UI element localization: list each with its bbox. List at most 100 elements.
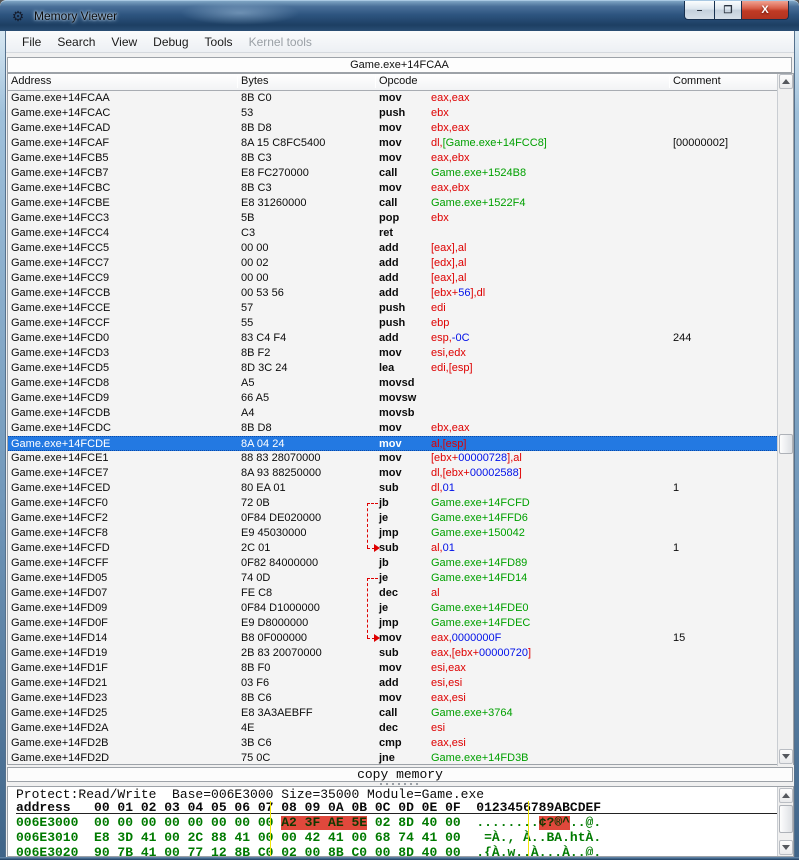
jump-arrow [367,503,378,548]
arrow-up-icon [782,793,790,798]
hex-row[interactable]: 006E3020 90 7B 41 00 77 12 8B C0 02 00 8… [16,846,778,857]
disasm-row[interactable]: Game.exe+14FCF20F84 DE020000jeGame.exe+1… [8,511,779,526]
hex-view: Protect:Read/Write Base=006E3000 Size=35… [7,786,794,857]
disassembly-scrollbar[interactable] [777,74,793,766]
column-separator[interactable] [237,76,238,88]
disasm-row[interactable]: Game.exe+14FCAF8A 15 C8FC5400movdl,[Game… [8,136,779,151]
disasm-row[interactable]: Game.exe+14FCBEE8 31260000callGame.exe+1… [8,196,779,211]
column-separator[interactable] [375,76,376,88]
memory-viewer-window: ⚙ Memory Viewer – ❐ X FileSearchViewDebu… [0,0,799,860]
window-border-left [0,31,6,860]
column-header-comment[interactable]: Comment [673,75,721,87]
disasm-row[interactable]: Game.exe+14FCB58B C3moveax,ebx [8,151,779,166]
arrow-up-icon [782,79,790,84]
disasm-row[interactable]: Game.exe+14FCC4C3ret [8,226,779,241]
disasm-row[interactable]: Game.exe+14FD07FE C8decal [8,586,779,601]
column-separator[interactable] [669,76,670,88]
column-header-row: Address Bytes Opcode Comment [8,74,779,91]
hex-header-row: address 00 01 02 03 04 05 06 07 08 09 0A… [16,801,778,814]
disasm-row[interactable]: Game.exe+14FCCF55pushebp [8,316,779,331]
scroll-down-button[interactable] [779,749,793,764]
maximize-button[interactable]: ❐ [714,1,742,20]
disasm-row[interactable]: Game.exe+14FCF072 0BjbGame.exe+14FCFD [8,496,779,511]
disasm-row[interactable]: Game.exe+14FD2A4Edecesi [8,721,779,736]
disasm-row[interactable]: Game.exe+14FCE188 83 28070000mov[ebx+000… [8,451,779,466]
hex-dump-list: 006E3000 00 00 00 00 00 00 00 00 A2 3F A… [16,816,778,857]
scroll-up-button[interactable] [779,74,793,89]
column-header-bytes[interactable]: Bytes [241,75,269,87]
copy-memory-button[interactable]: copy memory [7,767,793,782]
menu-file[interactable]: File [14,33,49,51]
disasm-row[interactable]: Game.exe+14FCDC8B D8movebx,eax [8,421,779,436]
disasm-row[interactable]: Game.exe+14FCC900 00add[eax],al [8,271,779,286]
disasm-row[interactable]: Game.exe+14FD25E8 3A3AEBFFcallGame.exe+3… [8,706,779,721]
menu-tools[interactable]: Tools [197,33,241,51]
disasm-row[interactable]: Game.exe+14FCC35Bpopebx [8,211,779,226]
jump-arrow [367,578,378,638]
hex-scrollbar-thumb[interactable] [779,805,793,833]
disasm-row[interactable]: Game.exe+14FCBC8B C3moveax,ebx [8,181,779,196]
disasm-row[interactable]: Game.exe+14FCC700 02add[edx],al [8,256,779,271]
column-header-address[interactable]: Address [11,75,51,87]
hex-scroll-down-button[interactable] [779,840,793,855]
hex-separator-line [270,801,271,856]
current-address-header: Game.exe+14FCAA [7,57,792,73]
disasm-row[interactable]: Game.exe+14FCCE57pushedi [8,301,779,316]
menu-view[interactable]: View [103,33,145,51]
disasm-row[interactable]: Game.exe+14FD090F84 D1000000jeGame.exe+1… [8,601,779,616]
disasm-row[interactable]: Game.exe+14FCD58D 3C 24leaedi,[esp] [8,361,779,376]
cheat-engine-icon[interactable]: ⚙ [10,8,26,24]
splitter-grip-icon [380,783,420,785]
disasm-row[interactable]: Game.exe+14FCD083 C4 F4addesp,-0C244 [8,331,779,346]
menu-debug[interactable]: Debug [145,33,196,51]
disasm-row[interactable]: Game.exe+14FCDE8A 04 24moval,[esp] [8,436,779,451]
menu-search[interactable]: Search [49,33,103,51]
disasm-row[interactable]: Game.exe+14FCED80 EA 01subdl,011 [8,481,779,496]
disasm-row[interactable]: Game.exe+14FCB7E8 FC270000callGame.exe+1… [8,166,779,181]
arrow-down-icon [782,845,790,850]
minimize-button[interactable]: – [684,1,714,20]
hex-row[interactable]: 006E3000 00 00 00 00 00 00 00 00 A2 3F A… [16,816,778,831]
disasm-row[interactable]: Game.exe+14FD2103 F6addesi,esi [8,676,779,691]
disasm-row[interactable]: Game.exe+14FCCB00 53 56add[ebx+56],dl [8,286,779,301]
disasm-row[interactable]: Game.exe+14FCDBA4movsb [8,406,779,421]
close-button[interactable]: X [742,1,789,20]
column-header-opcode[interactable]: Opcode [379,75,418,87]
disasm-row[interactable]: Game.exe+14FD192B 83 20070000subeax,[ebx… [8,646,779,661]
disasm-row[interactable]: Game.exe+14FCFF0F82 84000000jbGame.exe+1… [8,556,779,571]
window-title: Memory Viewer [34,9,117,23]
caption-buttons: – ❐ X [684,1,789,20]
scrollbar-thumb[interactable] [779,434,793,454]
disasm-row[interactable]: Game.exe+14FCAD8B D8movebx,eax [8,121,779,136]
disasm-row[interactable]: Game.exe+14FCD966 A5movsw [8,391,779,406]
disasm-row[interactable]: Game.exe+14FCFD2C 01subal,011 [8,541,779,556]
disasm-row[interactable]: Game.exe+14FD0574 0DjeGame.exe+14FD14 [8,571,779,586]
disasm-row[interactable]: Game.exe+14FD2D75 0CjneGame.exe+14FD3B [8,751,779,766]
disassembly-list: Game.exe+14FCAA8B C0moveax,eaxGame.exe+1… [8,91,779,766]
disasm-row[interactable]: Game.exe+14FCAC53pushebx [8,106,779,121]
hex-scrollbar[interactable] [777,787,793,856]
minimize-icon: – [697,5,703,16]
window-border-right [794,31,799,860]
title-bar[interactable]: ⚙ Memory Viewer – ❐ X [0,0,799,31]
arrow-down-icon [782,754,790,759]
menu-bar: FileSearchViewDebugToolsKernel tools [6,31,794,53]
disasm-row[interactable]: Game.exe+14FCD38B F2movesi,edx [8,346,779,361]
disasm-row[interactable]: Game.exe+14FD1F8B F0movesi,eax [8,661,779,676]
maximize-icon: ❐ [724,5,733,16]
close-icon: X [761,4,768,16]
disasm-row[interactable]: Game.exe+14FCAA8B C0moveax,eax [8,91,779,106]
disasm-row[interactable]: Game.exe+14FCF8E9 45030000jmpGame.exe+15… [8,526,779,541]
disasm-row[interactable]: Game.exe+14FD2B3B C6cmpeax,esi [8,736,779,751]
hex-scroll-up-button[interactable] [779,788,793,803]
jump-arrowhead-icon [374,544,380,552]
disasm-row[interactable]: Game.exe+14FD0FE9 D8000000jmpGame.exe+14… [8,616,779,631]
disasm-row[interactable]: Game.exe+14FCC500 00add[eax],al [8,241,779,256]
jump-arrowhead-icon [374,634,380,642]
hex-row[interactable]: 006E3010 E8 3D 41 00 2C 88 41 00 00 42 4… [16,831,778,846]
disasm-row[interactable]: Game.exe+14FD238B C6moveax,esi [8,691,779,706]
disasm-row[interactable]: Game.exe+14FCE78A 93 88250000movdl,[ebx+… [8,466,779,481]
menu-kernel-tools[interactable]: Kernel tools [241,33,320,51]
disasm-row[interactable]: Game.exe+14FD14B8 0F000000moveax,0000000… [8,631,779,646]
disasm-row[interactable]: Game.exe+14FCD8A5movsd [8,376,779,391]
